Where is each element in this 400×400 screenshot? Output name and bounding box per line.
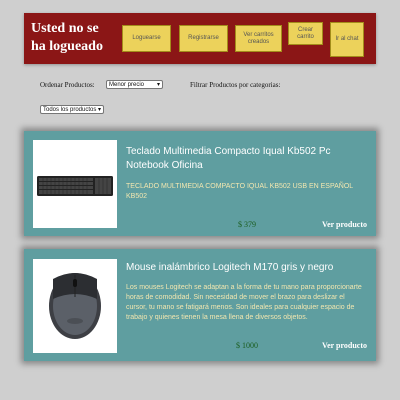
view-product-link[interactable]: Ver producto bbox=[322, 220, 367, 229]
chat-button[interactable]: Ir al chat bbox=[330, 22, 364, 57]
register-button[interactable]: Registrarse bbox=[179, 25, 228, 52]
order-select[interactable]: Menor precio ▾ bbox=[106, 80, 163, 89]
login-status-line1: Usted no se bbox=[31, 21, 99, 36]
view-carts-button[interactable]: Ver carritos creados bbox=[235, 25, 282, 52]
keyboard-icon bbox=[37, 176, 113, 196]
create-cart-button[interactable]: Crear carrito bbox=[288, 22, 323, 45]
mouse-image[interactable] bbox=[33, 259, 117, 353]
category-select-value: Todos los productos bbox=[43, 106, 97, 113]
mouse-icon bbox=[49, 273, 101, 339]
product-price: $ 1000 bbox=[236, 341, 258, 350]
keyboard-image[interactable] bbox=[33, 140, 117, 228]
chevron-down-icon: ▾ bbox=[156, 82, 160, 88]
login-button[interactable]: Loguearse bbox=[122, 25, 171, 52]
login-status-title: Usted no se ha logueado bbox=[31, 20, 123, 56]
product-title[interactable]: Mouse inalámbrico Logitech M170 gris y n… bbox=[126, 261, 366, 275]
product-description: TECLADO MULTIMEDIA COMPACTO IQUAL KB502 … bbox=[126, 183, 353, 200]
view-product-link[interactable]: Ver producto bbox=[322, 341, 367, 350]
product-description: Los mouses Logitech se adaptan a la form… bbox=[126, 284, 362, 321]
product-price: $ 379 bbox=[238, 220, 256, 229]
product-card: Teclado Multimedia Compacto Iqual Kb502 … bbox=[24, 131, 376, 236]
order-label: Ordenar Productos: bbox=[40, 81, 95, 89]
login-status-line2: ha logueado bbox=[31, 39, 103, 54]
order-select-value: Menor precio bbox=[109, 81, 145, 88]
header-bar: Usted no se ha logueado Loguearse Regist… bbox=[24, 13, 376, 64]
category-select[interactable]: Todos los productos ▾ bbox=[40, 105, 104, 114]
product-title[interactable]: Teclado Multimedia Compacto Iqual Kb502 … bbox=[126, 145, 366, 173]
chevron-down-icon: ▾ bbox=[97, 107, 101, 113]
category-label: Filtrar Productos por categorias: bbox=[190, 81, 281, 89]
product-card: Mouse inalámbrico Logitech M170 gris y n… bbox=[24, 249, 376, 361]
